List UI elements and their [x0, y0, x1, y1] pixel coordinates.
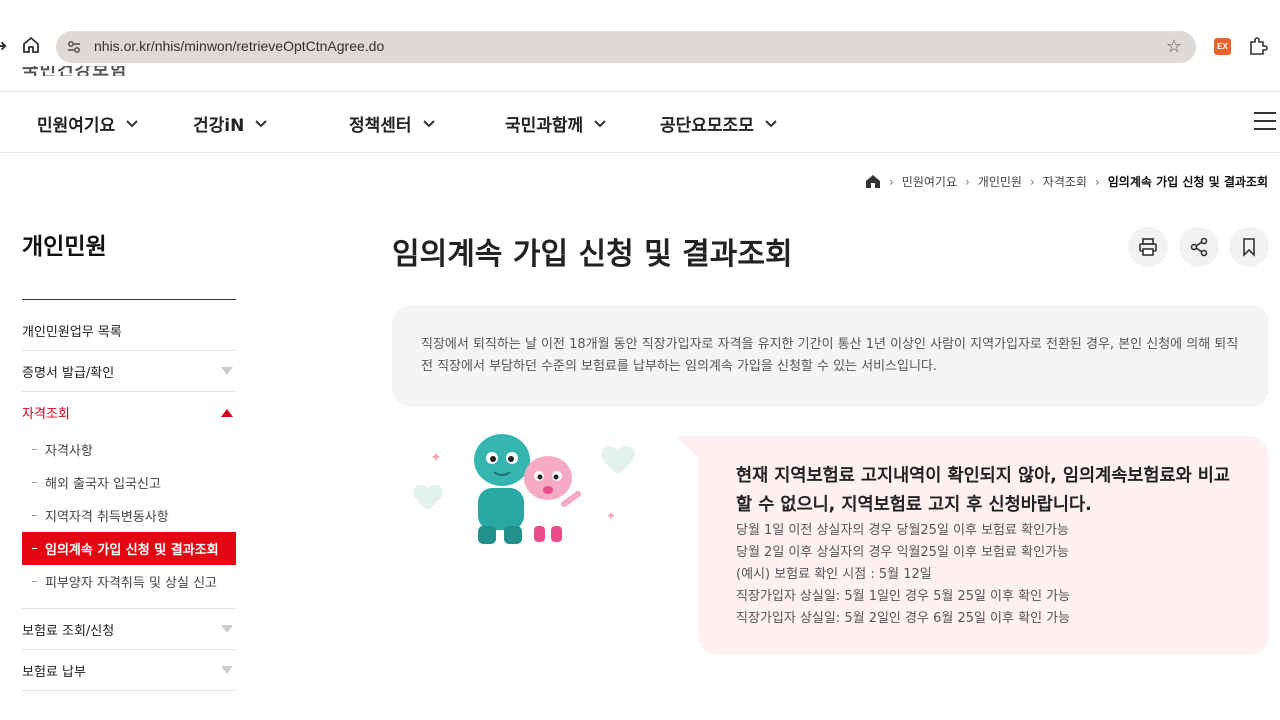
chevron-down-icon: [765, 119, 777, 127]
page-title: 임의계속 가입 신청 및 결과조회: [392, 237, 793, 272]
site-logo[interactable]: 국민건강보험: [22, 66, 142, 76]
global-nav: 민원여기요 건강iN 정책센터 국민과함께 공단요모조모: [0, 91, 1280, 153]
svg-text:✦: ✦: [430, 450, 442, 466]
print-icon: [1139, 238, 1157, 256]
sidebar-item-list[interactable]: 개인민원업무 목록: [22, 310, 236, 351]
sidebar-divider: [22, 299, 236, 300]
submenu-item[interactable]: 자격사항: [22, 433, 236, 466]
sidebar-title: 개인민원: [22, 234, 107, 260]
address-bar[interactable]: nhis.or.kr/nhis/minwon/retrieveOptCtnAgr…: [56, 31, 1196, 63]
chevron-down-icon: [594, 119, 606, 127]
breadcrumb-item[interactable]: 개인민원: [978, 173, 1022, 190]
gnb-item-health[interactable]: 건강iN: [193, 111, 268, 136]
sidebar-submenu: 자격사항 해외 출국자 입국신고 지역자격 취득변동사항 임의계속 가입 신청 …: [22, 433, 236, 609]
submenu-item[interactable]: 지역자격 취득변동사항: [22, 499, 236, 532]
chevron-down-icon: [126, 119, 138, 127]
submenu-item-active[interactable]: 임의계속 가입 신청 및 결과조회: [22, 532, 236, 565]
breadcrumb: › 민원여기요 › 개인민원 › 자격조회 › 임의계속 가입 신청 및 결과조…: [865, 173, 1268, 190]
share-icon: [1190, 237, 1208, 257]
sidebar-menu: 개인민원업무 목록 증명서 발급/확인 자격조회 자격사항 해외 출국자 입국신…: [22, 310, 236, 691]
bookmark-icon: [1243, 238, 1255, 257]
notice-line: 직장가입자 상실일: 5월 2일인 경우 6월 25일 이후 확인 가능: [736, 611, 1071, 626]
notice-details: 당월 1일 이전 상실자의 경우 당월25일 이후 보험료 확인가능 당월 2일…: [736, 520, 1070, 630]
notice-line: 당월 1일 이전 상실자의 경우 당월25일 이후 보험료 확인가능: [736, 523, 1069, 538]
notice-bubble: 현재 지역보험료 고지내역이 확인되지 않아, 임의계속보험료와 비교할 수 없…: [676, 436, 1269, 655]
gnb-item-about[interactable]: 공단요모조모: [660, 111, 778, 136]
extension-ex-icon[interactable]: EX: [1214, 38, 1231, 55]
svg-text:✦: ✦: [606, 509, 616, 523]
notice-headline: 현재 지역보험료 고지내역이 확인되지 않아, 임의계속보험료와 비교할 수 없…: [736, 466, 1231, 515]
home-icon[interactable]: [865, 174, 881, 189]
triangle-down-icon: [221, 625, 233, 633]
share-button[interactable]: [1179, 227, 1219, 267]
browser-chrome: ➜ nhis.or.kr/nhis/minwon/retrieveOptCtnA…: [0, 0, 1280, 66]
home-icon[interactable]: [22, 36, 40, 54]
site-settings-icon[interactable]: [66, 39, 82, 55]
gnb-item-together[interactable]: 국민과함께: [505, 111, 607, 136]
gnb-item-minwon[interactable]: 민원여기요: [37, 111, 139, 136]
service-description: 직장에서 퇴직하는 날 이전 18개월 동안 직장가입자로 자격을 유지한 기간…: [392, 305, 1269, 407]
notice-line: 직장가입자 상실일: 5월 1일인 경우 5월 25일 이후 확인 가능: [736, 589, 1071, 604]
puzzle-icon[interactable]: [1248, 36, 1268, 56]
chevron-down-icon: [255, 119, 268, 127]
mascot-illustration: ✦ ✦: [413, 434, 635, 544]
chevron-down-icon: [422, 119, 435, 127]
breadcrumb-item[interactable]: 민원여기요: [902, 173, 957, 190]
sidebar-item-qualification[interactable]: 자격조회: [22, 392, 236, 433]
bookmark-button[interactable]: [1229, 227, 1269, 267]
sidebar-item-certificate[interactable]: 증명서 발급/확인: [22, 351, 236, 392]
gnb-item-policy[interactable]: 정책센터: [349, 111, 436, 136]
breadcrumb-current: 임의계속 가입 신청 및 결과조회: [1107, 175, 1268, 189]
back-arrow-icon[interactable]: ➜: [0, 36, 7, 55]
triangle-down-icon: [221, 367, 233, 375]
url-text: nhis.or.kr/nhis/minwon/retrieveOptCtnAgr…: [94, 38, 385, 54]
submenu-item[interactable]: 해외 출국자 입국신고: [22, 466, 236, 499]
print-button[interactable]: [1128, 227, 1168, 267]
breadcrumb-item[interactable]: 자격조회: [1043, 173, 1087, 190]
sidebar-item-payment[interactable]: 보험료 납부: [22, 650, 236, 691]
hamburger-icon[interactable]: [1254, 112, 1276, 130]
submenu-item[interactable]: 피부양자 자격취득 및 상실 신고: [22, 565, 236, 598]
sidebar-item-premium[interactable]: 보험료 조회/신청: [22, 609, 236, 650]
notice-line: 당월 2일 이후 상실자의 경우 익월25일 이후 보험료 확인가능: [736, 545, 1069, 560]
triangle-up-icon: [221, 408, 233, 417]
star-icon[interactable]: ☆: [1166, 36, 1182, 57]
notice-line: (예시) 보험료 확인 시점 : 5월 12일: [736, 567, 932, 582]
triangle-down-icon: [221, 666, 233, 674]
